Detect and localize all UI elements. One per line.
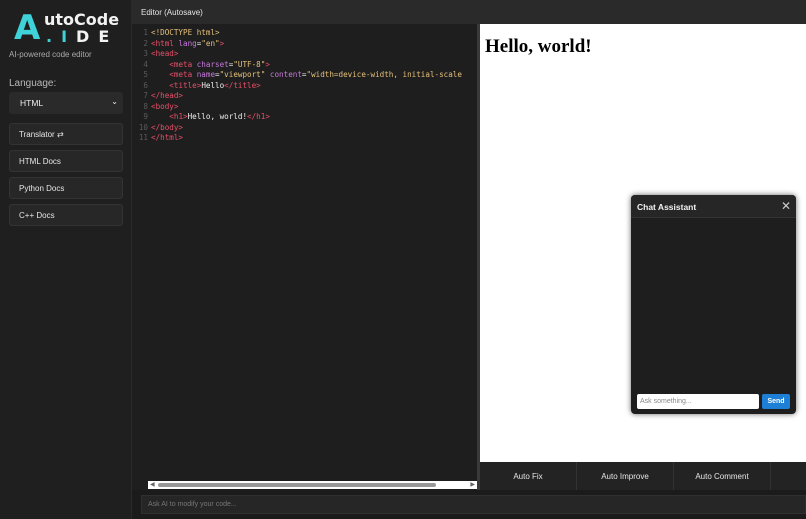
code-line[interactable]: 8 <body> [138,102,462,113]
code-token: lang [178,38,197,48]
code-token: <body> [151,101,179,111]
tagline: AI-powered code editor [9,50,92,59]
cpp-docs-button[interactable]: C++ Docs [9,204,123,226]
code-line[interactable]: 3 <head> [138,49,462,60]
auto-fix-button[interactable]: Auto Fix [480,462,577,490]
code-token: "viewport" [219,70,270,79]
logo-de: DE [76,27,119,46]
python-docs-button[interactable]: Python Docs [9,177,123,199]
code-token: </title> [224,80,261,90]
code-line[interactable]: 5 <meta name="viewport" content="width=d… [138,70,462,81]
auto-comment-button[interactable]: Auto Comment [674,462,771,490]
code-line[interactable]: 2 <html lang="en"> [138,39,462,50]
logo-bottom: .IDE [46,27,118,46]
scroll-right-icon[interactable]: ▶ [470,481,475,488]
code-token: "width=device-width, initial-scale [306,70,462,79]
code-token: </body> [151,122,184,132]
code-line[interactable]: 7 </head> [138,91,462,102]
chat-input[interactable]: Ask something... [637,394,759,409]
code-content[interactable]: 1 <!DOCTYPE html> 2 <html lang="en"> 3 <head>… [138,28,462,144]
code-token: Hello, world! [187,112,248,121]
code-token: > [219,38,225,48]
line-number: 2 [143,38,148,48]
action-bar: Auto Fix Auto Improve Auto Comment [480,462,806,490]
line-number: 4 [143,59,148,69]
horizontal-scrollbar[interactable]: ◀ ▶ [148,481,477,489]
chat-title: Chat Assistant [637,202,697,212]
line-number: 10 [138,122,148,132]
code-token: <meta [169,70,197,79]
preview-heading: Hello, world! [485,36,592,57]
code-line[interactable]: 10 </body> [138,123,462,134]
code-token: charset [196,59,229,69]
code-line[interactable]: 4 <meta charset="UTF-8"> [138,60,462,71]
line-number: 1 [143,28,148,37]
logo-i: I [61,27,77,46]
line-number: 3 [143,49,148,58]
close-icon[interactable]: ✕ [781,199,791,213]
sidebar: A utoCode .IDE AI-powered code editor La… [0,0,132,519]
code-editor[interactable]: 1 <!DOCTYPE html> 2 <html lang="en"> 3 <head>… [132,24,477,490]
line-number: 8 [143,101,148,111]
line-number: 11 [138,133,148,142]
language-label: Language: [9,78,57,89]
code-token: </h1> [247,112,270,121]
code-token: <html [151,38,179,48]
code-token: <!DOCTYPE html> [151,28,220,37]
scroll-left-icon[interactable]: ◀ [150,481,155,488]
line-number: 7 [143,91,148,100]
editor-header: Editor (Autosave) [132,0,806,24]
code-line[interactable]: 6 <title>Hello</title> [138,81,462,92]
code-token: "en" [201,38,220,48]
code-token: <title> [169,80,202,90]
line-number: 6 [143,80,148,90]
ask-ai-input[interactable]: Ask AI to modify your code... [141,495,806,514]
code-line[interactable]: 1 <!DOCTYPE html> [138,28,462,39]
editor-title: Editor (Autosave) [141,8,203,17]
logo: A utoCode .IDE [14,8,124,48]
chevron-down-icon: ⌄ [111,97,118,106]
logo-dot: . [46,27,62,46]
html-docs-button[interactable]: HTML Docs [9,150,123,172]
chat-header: Chat Assistant ✕ [631,195,796,218]
code-token: name [196,70,216,79]
auto-improve-button[interactable]: Auto Improve [577,462,674,490]
line-number: 5 [143,70,148,79]
code-token: <head> [151,49,179,58]
code-line[interactable]: 9 <h1>Hello, world!</h1> [138,112,462,123]
code-token: > [265,59,270,69]
translator-button[interactable]: Translator ⇄ [9,123,123,145]
language-select[interactable]: HTML ⌄ [9,92,123,114]
code-token: <h1> [169,112,188,121]
scrollbar-thumb[interactable] [158,483,436,487]
chat-assistant-panel: Chat Assistant ✕ Ask something... Send [631,195,796,414]
logo-letter: A [14,8,41,48]
code-token: "UTF-8" [233,59,266,69]
code-token: content [269,70,302,79]
code-token: </html> [151,133,184,142]
send-button[interactable]: Send [762,394,790,409]
code-line[interactable]: 11 </html> [138,133,462,144]
code-token: </head> [151,91,184,100]
code-token: <meta [169,59,197,69]
code-token: Hello [201,80,225,90]
language-value: HTML [20,98,44,108]
line-number: 9 [143,112,148,121]
ask-bar: Ask AI to modify your code... [132,490,806,519]
